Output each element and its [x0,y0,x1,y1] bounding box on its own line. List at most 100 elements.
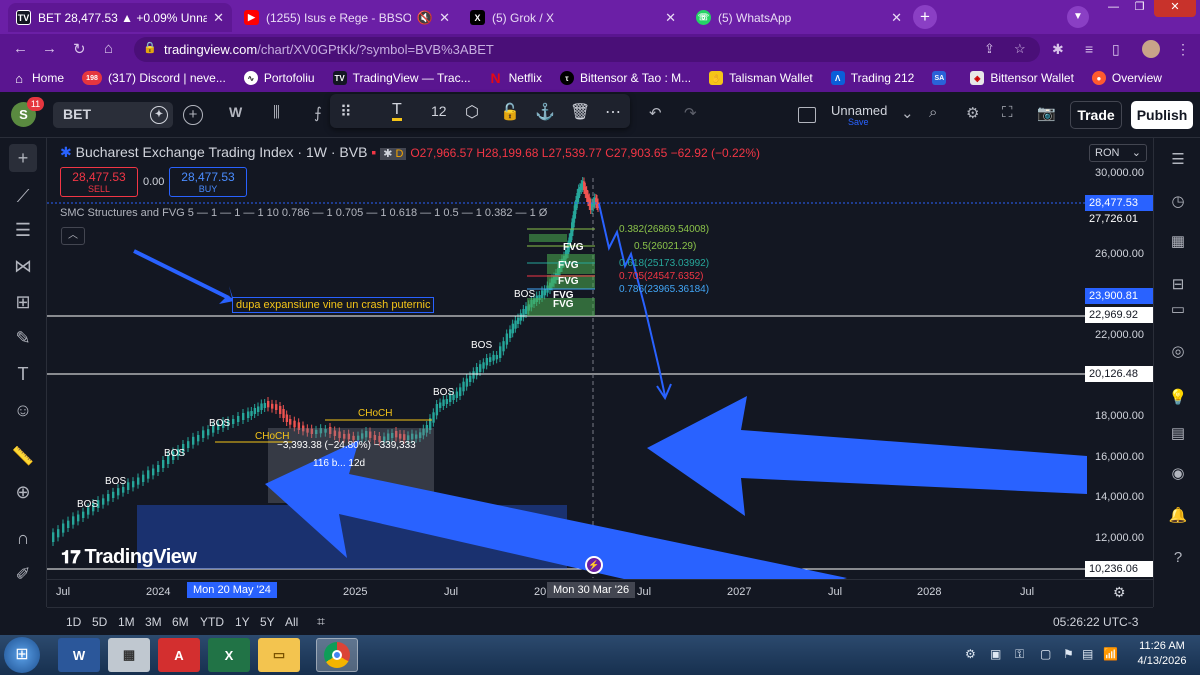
magnet-icon[interactable]: ∩ [9,524,37,552]
word-icon[interactable]: W [58,638,100,672]
bookmark-discord[interactable]: 198 (317) Discord | neve... [82,71,226,85]
close-icon[interactable]: ✕ [439,10,450,26]
text-color-icon[interactable]: T [392,102,402,121]
annotation-text[interactable]: dupa expansiune vine un crash puternic [232,297,435,313]
indicators-icon[interactable]: ⨍ [314,104,322,122]
crosshair-icon[interactable]: + [9,144,37,172]
back-icon[interactable]: ← [13,40,28,57]
system-clock[interactable]: 11:26 AM 4/13/2026 [1132,639,1192,669]
lock-tools-icon[interactable]: ✐ [9,560,37,588]
brush-icon[interactable]: ✎ [9,324,37,352]
tab-whatsapp[interactable]: ☏ (5) WhatsApp ✕ [688,3,910,32]
range-button-1y[interactable]: 1Y [235,615,250,629]
currency-select[interactable]: RON ⌄ [1089,144,1147,162]
forward-icon[interactable]: → [42,40,57,57]
bulb-icon[interactable]: 💡 [1166,386,1190,410]
bell-icon[interactable]: 🔔 [1166,504,1190,528]
pattern-icon[interactable]: ⋈ [9,252,37,280]
extensions-icon[interactable]: ✱ [1052,41,1064,58]
close-icon[interactable]: ✕ [891,10,902,26]
range-button-6m[interactable]: 6M [172,615,189,629]
range-button-all[interactable]: All [285,615,298,629]
tab-youtube[interactable]: ▶ (1255) Isus e Rege - BBSO - Y 🔇 ✕ [236,3,458,32]
publish-button[interactable]: Publish [1131,101,1193,129]
range-button-5y[interactable]: 5Y [260,615,275,629]
tray-icon[interactable]: ⚿ [1015,647,1024,662]
undo-icon[interactable]: ↶ [649,104,662,122]
symbol-search[interactable]: BET ✦ [53,102,173,128]
share-icon[interactable]: ⇪ [984,41,995,57]
range-button-ytd[interactable]: YTD [200,615,224,629]
date-range-icon[interactable]: ⌗ [317,613,325,630]
bookmark-portofoliu[interactable]: ∿ Portofoliu [243,71,315,85]
buy-button[interactable]: 28,477.53 BUY [169,167,247,197]
reload-icon[interactable]: ↻ [73,40,86,58]
add-symbol-icon[interactable]: + [183,105,203,125]
axis-settings-icon[interactable]: ⚙ [1113,584,1126,601]
bookmark-trading212[interactable]: Λ Trading 212 [830,71,914,85]
chrome-icon[interactable] [316,638,358,672]
close-window-icon[interactable]: ✕ [1154,0,1196,17]
range-button-3m[interactable]: 3M [145,615,162,629]
range-button-5d[interactable]: 5D [92,615,107,629]
compare-icon[interactable]: ✦ [150,106,168,124]
chat-icon[interactable]: ▭ [1166,298,1190,322]
fib-icon[interactable]: ☰ [9,216,37,244]
excel-icon[interactable]: X [208,638,250,672]
layout-name[interactable]: Unnamed [831,103,887,118]
replay-lightning-icon[interactable]: ⚡ [585,556,603,574]
close-icon[interactable]: ✕ [213,10,224,26]
bookmark-sa[interactable]: SA [932,71,952,85]
emoji-icon[interactable]: ☺ [9,396,37,424]
save-label[interactable]: Save [848,117,869,127]
home-button-icon[interactable]: ⌂ [104,40,113,57]
url-bar[interactable]: 🔒 tradingview.com/chart/XV0GPtKk/?symbol… [134,37,1040,62]
network-icon[interactable]: 📶 [1103,647,1118,661]
hotlist-icon[interactable]: ⊟ [1166,273,1190,297]
data-window-icon[interactable]: ▦ [1166,230,1190,254]
watchlist-icon[interactable]: ☰ [1166,148,1190,172]
tray-icon[interactable]: ⚙ [965,647,976,661]
settings-icon[interactable]: ⬡ [465,102,479,122]
chevron-down-icon[interactable]: ⌄ [901,104,914,122]
trendline-icon[interactable]: ⟋ [9,182,37,210]
calculator-icon[interactable]: ▦ [108,638,150,672]
gear-icon[interactable]: ⚙ [966,104,979,122]
interval-button[interactable]: W [229,104,242,120]
explorer-icon[interactable]: ▭ [258,638,300,672]
tray-icon[interactable]: ⚑ [1063,647,1074,661]
tray-icon[interactable]: ▣ [990,647,1001,661]
range-button-1d[interactable]: 1D [66,615,81,629]
forecast-icon[interactable]: ⊞ [9,288,37,316]
ruler-icon[interactable]: 📏 [9,442,37,470]
font-size-button[interactable]: 12 [431,103,447,119]
sidepanel-icon[interactable]: ▯ [1112,41,1120,58]
tray-icon[interactable]: ▤ [1082,647,1093,661]
collapse-legend-icon[interactable]: ︿ [61,227,85,245]
more-icon[interactable]: ⋯ [605,102,621,122]
star-icon[interactable]: ☆ [1014,41,1026,57]
signal-icon[interactable]: ◉ [1166,462,1190,486]
bookmark-tradingview[interactable]: TV TradingView — Trac... [332,71,471,85]
redo-icon[interactable]: ↷ [684,104,697,122]
tab-tradingview[interactable]: TV BET 28,477.53 ▲ +0.09% Unname ✕ [8,3,232,32]
drag-handle-icon[interactable]: ⠿ [340,102,352,122]
chart-clock[interactable]: 05:26:22 UTC-3 [1053,615,1138,629]
bookmark-home[interactable]: ⌂ Home [12,71,64,86]
profile-avatar[interactable] [1142,40,1160,58]
maximize-icon[interactable]: ❐ [1127,0,1152,17]
text-tool-icon[interactable]: T [9,360,37,388]
calendar-icon[interactable]: ▤ [1166,422,1190,446]
alert-search-icon[interactable]: ⌕ [929,104,937,121]
bookmark-overview[interactable]: ● Overview [1091,71,1162,85]
tray-icon[interactable]: ▢ [1040,647,1051,661]
tab-grok[interactable]: X (5) Grok / X ✕ [462,3,684,32]
alerts-clock-icon[interactable]: ◷ [1166,190,1190,214]
camera-icon[interactable]: 📷 [1037,104,1056,122]
bookmark-netflix[interactable]: N Netflix [489,70,542,86]
chart-area[interactable]: ✱ Bucharest Exchange Trading Index · 1W … [47,138,1153,607]
sell-button[interactable]: 28,477.53 SELL [60,167,138,197]
windows-start-icon[interactable]: ⊞ [4,637,40,673]
trade-button[interactable]: Trade [1070,101,1122,129]
tab-search-icon[interactable]: ▼ [1067,6,1089,28]
